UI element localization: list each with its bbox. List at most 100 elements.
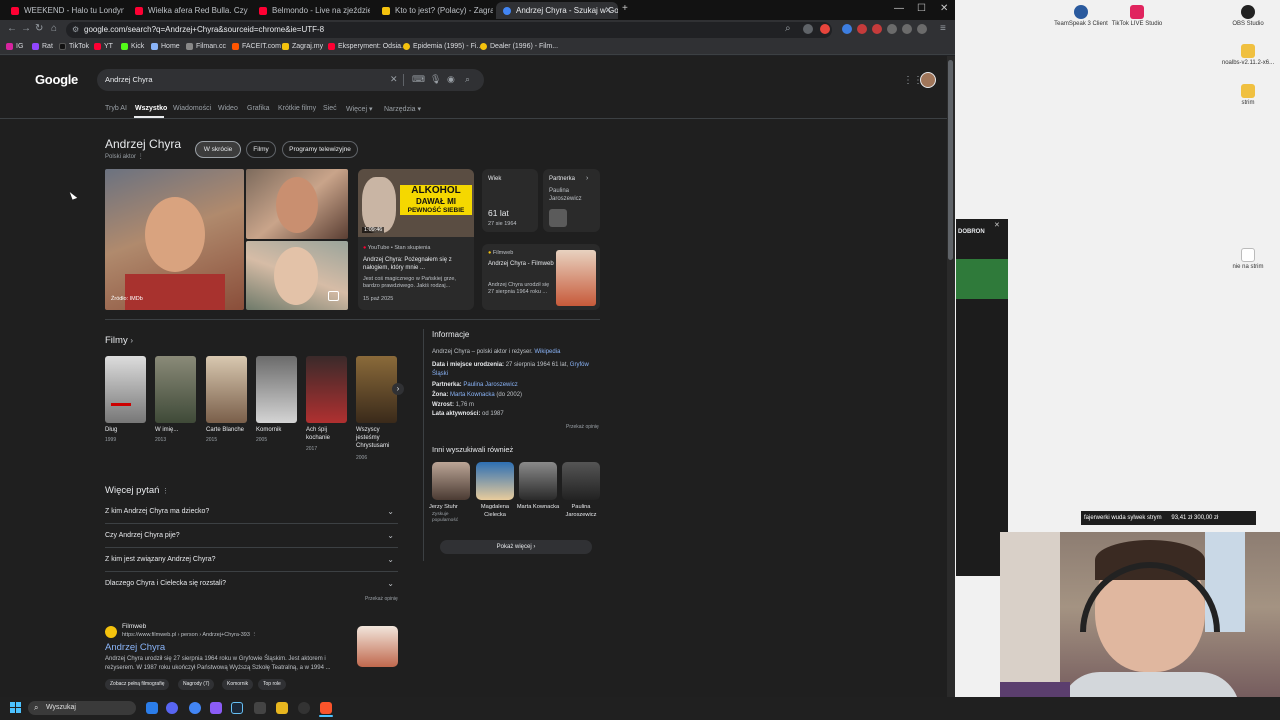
- close-tab-icon[interactable]: ✕: [604, 5, 612, 16]
- bookmark-rat[interactable]: Rat: [32, 43, 53, 50]
- desktop-icon-obs[interactable]: OBS Studio: [1220, 5, 1276, 27]
- extension-icon[interactable]: [857, 24, 867, 34]
- paa-question-2[interactable]: Czy Andrzej Chyra pije? ⌄: [105, 524, 398, 548]
- bookmark-kick[interactable]: Kick: [121, 43, 144, 50]
- person-photo[interactable]: [432, 462, 470, 500]
- paa-question-3[interactable]: Z kim jest związany Andrzej Chyra? ⌄: [105, 548, 398, 572]
- person-name[interactable]: Jerzy Stuhr: [429, 504, 473, 512]
- bookmark-home[interactable]: Home: [151, 43, 180, 50]
- result-site-name[interactable]: Filmweb: [122, 623, 146, 630]
- show-more-button[interactable]: Pokaż więcej ›: [440, 540, 592, 554]
- paa-feedback-link[interactable]: Przekaż opinię: [365, 596, 398, 602]
- more-options-icon[interactable]: ⋮: [251, 632, 257, 638]
- age-card[interactable]: Wiek 61 lat 27 sie 1964: [482, 169, 538, 232]
- person-name[interactable]: Marta Kownacka: [516, 504, 560, 512]
- result-url[interactable]: https://www.filmweb.pl › person › Andrze…: [122, 632, 257, 638]
- partner-card[interactable]: Partnerka › Paulina Jaroszewicz: [543, 169, 600, 232]
- bookmark-epidemia[interactable]: Epidemia (1995) - Fi...: [403, 43, 482, 50]
- more-options-icon[interactable]: ⋮: [162, 488, 169, 495]
- sitelink-komornik[interactable]: Komornik: [222, 679, 254, 690]
- windows-start-icon[interactable]: [10, 702, 22, 714]
- maximize-icon[interactable]: ☐: [917, 3, 926, 14]
- taskbar-app-obs[interactable]: [298, 702, 310, 714]
- browser-tab-3[interactable]: Belmondo - Live na zjeździe z chaty: [252, 2, 370, 19]
- bookmark-filman[interactable]: Filman.cc: [186, 43, 226, 50]
- tab-video[interactable]: Wideo: [218, 105, 238, 112]
- browser-tab-2[interactable]: Wielka afera Red Bulla. Czy ten napó: [128, 2, 250, 19]
- taskbar-app-explorer[interactable]: [146, 702, 158, 714]
- search-input[interactable]: Andrzej Chyra: [97, 69, 484, 91]
- partner-link[interactable]: Paulina Jaroszewicz: [463, 382, 517, 388]
- pen-icon[interactable]: [917, 24, 927, 34]
- person-photo[interactable]: [562, 462, 600, 500]
- taskbar-app-pen[interactable]: [210, 702, 222, 714]
- more-options-icon[interactable]: ⋮: [138, 154, 144, 160]
- chip-tv-shows[interactable]: Programy telewizyjne: [282, 141, 358, 158]
- person-name[interactable]: Magdalena Cielecka: [473, 504, 517, 519]
- spouse-link[interactable]: Marta Kownacka: [450, 392, 495, 398]
- bookmark-dealer[interactable]: Dealer (1996) - Film...: [480, 43, 558, 50]
- lens-icon[interactable]: ◉: [447, 74, 455, 85]
- tab-web[interactable]: Sieć: [323, 105, 337, 112]
- search-icon[interactable]: ⌕: [465, 74, 470, 85]
- tab-images[interactable]: Grafika: [247, 105, 270, 112]
- desktop-icon-tiktok-studio[interactable]: TikTok LIVE Studio: [1109, 5, 1165, 27]
- reload-icon[interactable]: ↻: [35, 23, 43, 34]
- sitelink-top-roles[interactable]: Top role: [258, 679, 286, 690]
- tab-short-videos[interactable]: Krótkie filmy: [278, 105, 316, 112]
- paa-question-1[interactable]: Z kim Andrzej Chyra ma dziecko? ⌄: [105, 500, 398, 524]
- google-logo[interactable]: Google: [35, 72, 78, 87]
- bookmark-yt[interactable]: YT: [94, 43, 113, 50]
- browser-tab-5-active[interactable]: Andrzej Chyra - Szukaj w Google ✕: [496, 2, 618, 19]
- bookmark-zagraj[interactable]: Zagraj.my: [282, 43, 323, 50]
- wikipedia-link[interactable]: Wikipedia: [534, 349, 560, 355]
- new-tab-button[interactable]: +: [622, 3, 628, 14]
- taskbar-app-brave[interactable]: [320, 702, 332, 714]
- browser-tab-4[interactable]: Kto to jest? (Polacy) - Zagraj.my: [375, 2, 493, 19]
- back-icon[interactable]: ←: [7, 23, 17, 34]
- video-card[interactable]: ALKOHOL DAWAŁ MI PEWNOŚĆ SIEBIE 1:09:46 …: [358, 169, 474, 310]
- menu-icon[interactable]: ≡: [940, 23, 946, 34]
- desktop-icon-strim[interactable]: strim: [1220, 84, 1276, 106]
- result-thumbnail[interactable]: [357, 626, 398, 667]
- film-poster-6[interactable]: [356, 356, 397, 423]
- film-poster-1[interactable]: ▬▬: [105, 356, 146, 423]
- info-feedback-link[interactable]: Przekaż opinię: [566, 424, 599, 430]
- gallery-icon[interactable]: [328, 291, 339, 301]
- address-bar[interactable]: ⚙ google.com/search?q=Andrzej+Chyra&sour…: [66, 22, 832, 38]
- taskbar-search[interactable]: ⌕ Wyszukaj: [28, 701, 136, 715]
- home-icon[interactable]: ⌂: [51, 23, 57, 34]
- site-info-icon[interactable]: ⚙: [72, 22, 79, 38]
- film-title[interactable]: Ach śpij kochanie: [306, 426, 350, 442]
- taskbar-app-steam[interactable]: [231, 702, 243, 714]
- close-window-icon[interactable]: ✕: [940, 3, 948, 14]
- taskbar-app-discord[interactable]: [166, 702, 178, 714]
- film-title[interactable]: Wszyscy jesteśmy Chrystusami: [356, 426, 400, 450]
- download-icon[interactable]: [902, 24, 912, 34]
- sitelink-awards[interactable]: Nagrody (7): [178, 679, 215, 690]
- person-photo[interactable]: [476, 462, 514, 500]
- brave-shield-icon[interactable]: [820, 24, 830, 34]
- entity-photo-main[interactable]: Źródło: IMDb: [105, 169, 244, 310]
- desktop-icon-nie-na-strim[interactable]: nie na strim: [1220, 248, 1276, 270]
- tab-ai-mode[interactable]: Tryb AI: [105, 105, 127, 112]
- film-title[interactable]: Komornik: [256, 426, 302, 434]
- close-icon[interactable]: ✕: [994, 221, 1000, 229]
- films-next-button[interactable]: ›: [392, 383, 404, 395]
- film-title[interactable]: Carte Blanche: [206, 426, 252, 434]
- person-photo[interactable]: [519, 462, 557, 500]
- bookmark-faceit[interactable]: FACEIT.com: [232, 43, 281, 50]
- film-poster-3[interactable]: [206, 356, 247, 423]
- zoom-icon[interactable]: ⌕: [785, 23, 791, 34]
- chip-films[interactable]: Filmy: [246, 141, 276, 158]
- keyboard-icon[interactable]: ⌨: [412, 74, 425, 85]
- tab-more[interactable]: Więcej ▾: [346, 105, 372, 113]
- taskbar-app-faceit[interactable]: [276, 702, 288, 714]
- chip-overview[interactable]: W skrócie: [195, 141, 241, 158]
- extensions-puzzle-icon[interactable]: [887, 24, 897, 34]
- microphone-icon[interactable]: 🎙: [430, 74, 441, 85]
- forward-icon[interactable]: →: [21, 23, 31, 34]
- desktop-icon-teamspeak[interactable]: TeamSpeak 3 Client: [1053, 5, 1109, 27]
- minimize-icon[interactable]: —: [894, 3, 904, 14]
- bookmark-tiktok[interactable]: TikTok: [59, 43, 89, 50]
